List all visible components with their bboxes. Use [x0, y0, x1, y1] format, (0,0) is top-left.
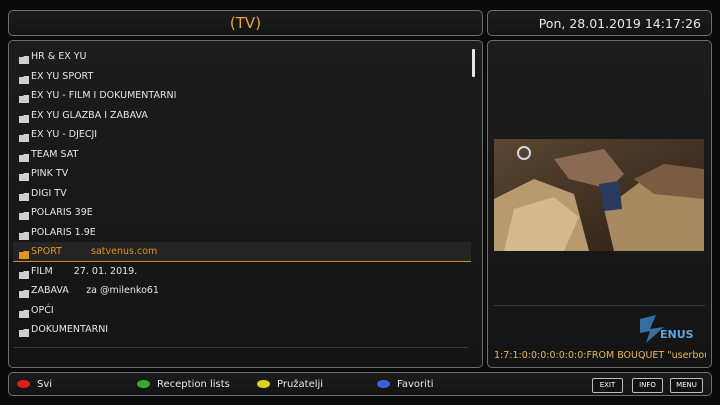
service-reference: 1:7:1:0:0:0:0:0:0:0:FROM BOUQUET "userbo… [494, 350, 706, 361]
folder-icon [19, 325, 29, 337]
bouquet-label: PINK TV [31, 168, 69, 179]
menu-button[interactable]: MENU [670, 378, 703, 393]
bouquet-item[interactable]: EX YU - DJECJI [13, 125, 471, 144]
bouquet-extra: za @milenko61 [86, 285, 159, 296]
yellow-button-label: Pružatelji [277, 379, 324, 390]
divider [494, 305, 705, 306]
button-bar: Svi Reception lists Pružatelji Favoriti … [8, 372, 712, 396]
bouquet-item[interactable]: EX YU GLAZBA I ZABAVA [13, 106, 471, 125]
folder-icon [19, 150, 29, 162]
blue-key-icon [377, 380, 390, 388]
folder-icon [19, 286, 29, 298]
folder-icon [19, 228, 29, 240]
bouquet-item[interactable]: HR & EX YU [13, 47, 471, 66]
bouquet-item[interactable]: TEAM SAT [13, 145, 471, 164]
bouquet-item[interactable]: EX YU SPORT [13, 67, 471, 86]
folder-icon [19, 72, 29, 84]
bouquet-label: TEAM SAT [31, 148, 79, 160]
green-key-icon [137, 380, 150, 388]
bouquet-item[interactable]: OPĆI [13, 301, 471, 320]
folder-icon [19, 52, 29, 64]
bouquet-label: SPORT [31, 246, 62, 257]
bouquet-label: OPĆI [31, 304, 54, 316]
satvenus-logo: ENUS [638, 313, 703, 349]
yellow-key-icon [257, 380, 270, 388]
blue-button-label: Favoriti [397, 379, 434, 390]
blue-button[interactable]: Favoriti [377, 378, 477, 392]
svg-text:ENUS: ENUS [660, 328, 694, 341]
bouquet-label: EX YU GLAZBA I ZABAVA [31, 109, 148, 121]
folder-icon [19, 247, 29, 259]
bouquet-label: HR & EX YU [31, 51, 87, 62]
exit-button[interactable]: EXIT [592, 378, 623, 393]
green-button-label: Reception lists [157, 379, 230, 390]
bouquet-label: DOKUMENTARNI [31, 324, 109, 335]
bouquet-item[interactable]: DOKUMENTARNI [13, 320, 471, 339]
preview-panel: ENUS 1:7:1:0:0:0:0:0:0:0:FROM BOUQUET "u… [487, 40, 712, 368]
scrollbar[interactable] [472, 49, 475, 77]
red-key-icon [17, 380, 30, 388]
red-button-label: Svi [37, 379, 53, 390]
video-preview [494, 139, 704, 251]
info-button[interactable]: INFO [632, 378, 663, 393]
clock-bar: Pon, 28.01.2019 14:17:26 [487, 10, 712, 36]
folder-icon [19, 130, 29, 142]
date-time: Pon, 28.01.2019 14:17:26 [538, 16, 701, 31]
bouquet-label: POLARIS 1.9E [31, 226, 96, 238]
bouquet-label: FILM [31, 265, 53, 277]
yellow-button[interactable]: Pružatelji [257, 378, 357, 392]
bouquet-extra: 27. 01. 2019. [73, 265, 138, 277]
bouquet-list: HR & EX YU EX YU SPORT EX YU - FILM I DOKU… [8, 40, 483, 368]
divider [14, 347, 468, 348]
bouquet-extra: satvenus.com [91, 246, 158, 257]
bouquet-label: EX YU - DJECJI [31, 129, 98, 140]
folder-icon [19, 91, 29, 103]
bouquet-label: EX YU - FILM I DOKUMENTARNI [31, 90, 177, 101]
folder-icon [19, 111, 29, 123]
bouquet-label: EX YU SPORT [31, 70, 94, 82]
bouquet-item[interactable]: PINK TV [13, 164, 471, 183]
red-button[interactable]: Svi [17, 378, 97, 392]
bouquet-label: POLARIS 39E [31, 207, 93, 218]
title-bar: (TV) [8, 10, 483, 36]
page-title: (TV) [229, 14, 262, 32]
bouquet-item[interactable]: ZABAVA za @milenko61 [13, 281, 471, 300]
bouquet-item[interactable]: POLARIS 39E [13, 203, 471, 222]
folder-icon [19, 306, 29, 318]
bouquet-item[interactable]: FILM 27. 01. 2019. [13, 262, 471, 281]
bouquet-item[interactable]: POLARIS 1.9E [13, 223, 471, 242]
folder-icon [19, 267, 29, 279]
bouquet-label: ZABAVA [31, 285, 69, 296]
bouquet-item[interactable]: EX YU - FILM I DOKUMENTARNI [13, 86, 471, 105]
bouquet-item[interactable]: DIGI TV [13, 184, 471, 203]
green-button[interactable]: Reception lists [137, 378, 247, 392]
folder-icon [19, 189, 29, 201]
bouquet-label: DIGI TV [31, 187, 67, 199]
folder-icon [19, 208, 29, 220]
folder-icon [19, 169, 29, 181]
bouquet-item[interactable]: SPORT satvenus.com [13, 242, 471, 262]
